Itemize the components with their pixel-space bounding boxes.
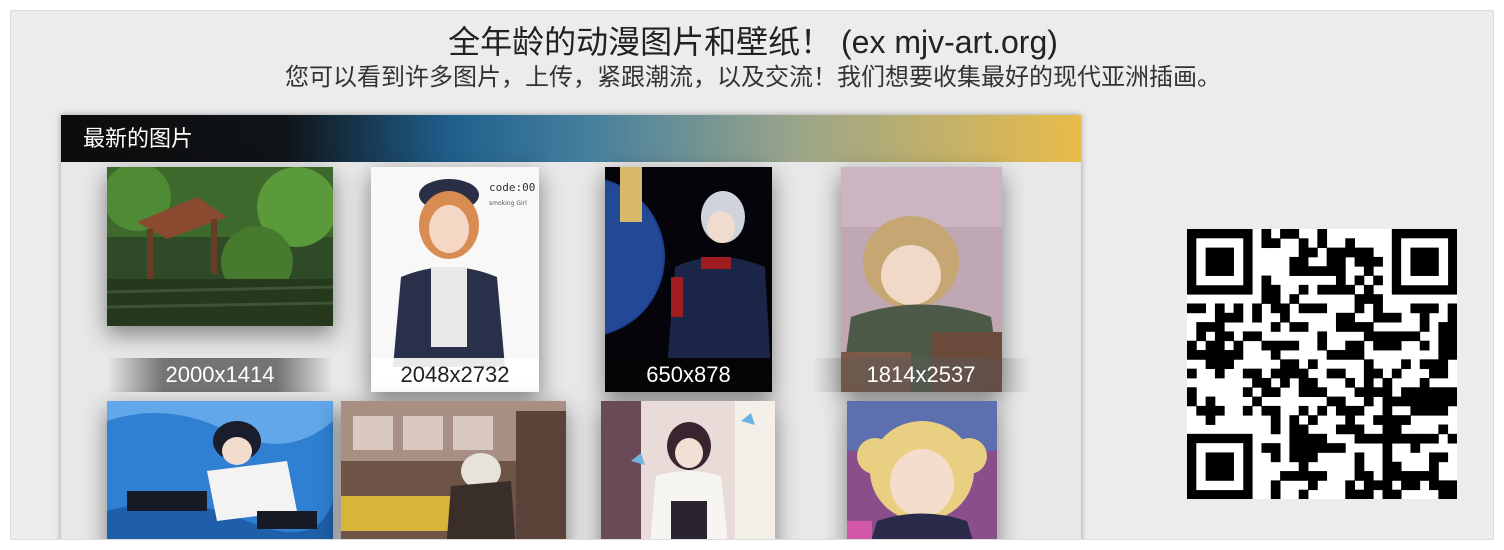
image-size-label-4: 1814x2537 <box>811 358 1031 392</box>
latest-images-panel: 最新的图片 2000x1414 code:00 smoking Girl 204… <box>61 115 1081 539</box>
image-thumb-6[interactable] <box>341 401 566 539</box>
image-thumb-1[interactable] <box>107 167 333 326</box>
svg-text:code:00: code:00 <box>489 181 535 194</box>
image-size-label-3: 650x878 <box>605 358 772 392</box>
qr-code-icon <box>1187 229 1457 499</box>
latest-images-header: 最新的图片 <box>61 115 1081 162</box>
image-size-label-2: 2048x2732 <box>371 358 539 392</box>
site-title: 全年龄的动漫图片和壁纸！ (ex mjv-art.org) <box>448 24 1058 60</box>
site-subtitle: 您可以看到许多图片，上传，紧跟潮流，以及交流！我们想要收集最好的现代亚洲插画。 <box>285 64 1221 91</box>
image-thumb-7[interactable] <box>601 401 775 539</box>
image-thumb-8[interactable] <box>847 401 997 539</box>
svg-text:smoking Girl: smoking Girl <box>489 200 527 207</box>
image-thumb-5[interactable] <box>107 401 333 539</box>
page-frame: 全年龄的动漫图片和壁纸！ (ex mjv-art.org) 您可以看到许多图片，… <box>10 10 1494 540</box>
image-size-label-1: 2000x1414 <box>107 358 333 392</box>
